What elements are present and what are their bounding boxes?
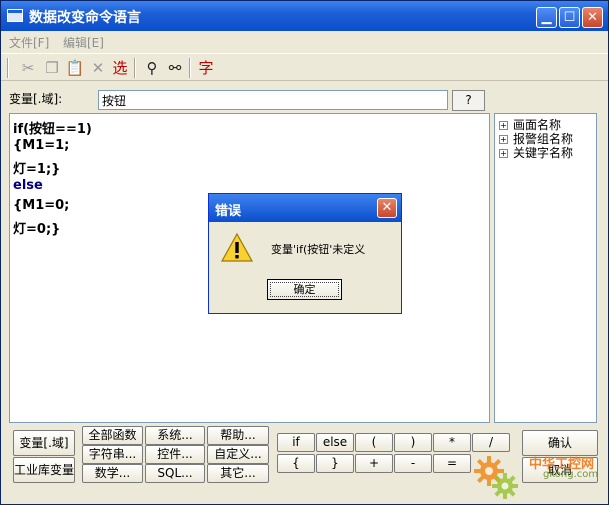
code-line: {M1=1; [13, 138, 70, 153]
select-button[interactable]: 选 [109, 58, 131, 78]
system-button[interactable]: 系统... [145, 426, 205, 445]
op-multiply-button[interactable]: * [433, 433, 471, 452]
op-equals-button[interactable]: = [433, 454, 471, 473]
custom-button[interactable]: 自定义... [207, 445, 269, 464]
copy-icon[interactable]: ❐ [41, 58, 63, 78]
expand-icon[interactable]: + [499, 121, 508, 130]
dialog-message: 变量'if(按钮'未定义 [271, 243, 366, 256]
code-line: 灯=0;} [13, 222, 61, 237]
toolbar-separator [7, 58, 9, 78]
replace-icon[interactable]: ⚯ [164, 58, 186, 78]
close-button[interactable]: ✕ [582, 7, 603, 28]
help-button[interactable]: 帮助... [207, 426, 269, 445]
close-icon: ✕ [381, 200, 393, 215]
main-window: 数据改变命令语言 ▁ ☐ ✕ 文件[F] 编辑[E] ✂ ❐ 📋 ✕ 选 ⚲ ⚯… [0, 0, 609, 505]
code-line: 灯=1;} [13, 162, 61, 177]
sql-button[interactable]: SQL... [145, 464, 205, 483]
app-icon [7, 9, 23, 22]
dialog-title: 错误 [215, 204, 242, 219]
minimize-button[interactable]: ▁ [536, 7, 557, 28]
other-button[interactable]: 其它... [207, 464, 269, 483]
op-plus-button[interactable]: + [355, 454, 393, 473]
dialog-title-bar[interactable]: 错误 ✕ [209, 194, 401, 222]
variable-help-button[interactable]: ? [452, 90, 485, 111]
toolbar-separator [134, 58, 136, 78]
delete-icon[interactable]: ✕ [87, 58, 109, 78]
all-functions-button[interactable]: 全部函数 [82, 426, 143, 445]
font-button[interactable]: 字 [195, 58, 217, 78]
paste-icon[interactable]: 📋 [64, 58, 86, 78]
gkong-watermark-logo: 中华工控网 gkong.com [471, 451, 606, 503]
toolbar-separator [189, 58, 191, 78]
op-rbrace-button[interactable]: } [316, 454, 354, 473]
string-button[interactable]: 字符串... [82, 445, 143, 464]
industrial-db-variable-button[interactable]: 工业库变量 [13, 457, 75, 483]
control-button[interactable]: 控件... [145, 445, 205, 464]
menu-edit[interactable]: 编辑[E] [63, 34, 104, 51]
variable-label: 变量[.域]: [9, 92, 63, 106]
name-tree: + 画面名称 + 报警组名称 + 关键字名称 [494, 113, 597, 423]
minimize-icon: ▁ [541, 10, 552, 25]
find-icon[interactable]: ⚲ [141, 58, 163, 78]
code-line: else [13, 178, 43, 193]
variable-input[interactable] [98, 90, 448, 110]
variable-field-button[interactable]: 变量[.域] [13, 430, 75, 456]
cut-icon[interactable]: ✂ [17, 58, 39, 78]
expand-icon[interactable]: + [499, 149, 508, 158]
op-else-button[interactable]: else [316, 433, 354, 452]
op-lbrace-button[interactable]: { [277, 454, 315, 473]
error-dialog: 错误 ✕ 变量'if(按钮'未定义 确定 [208, 193, 402, 314]
maximize-button[interactable]: ☐ [559, 7, 580, 28]
dialog-close-button[interactable]: ✕ [377, 198, 397, 218]
op-rparen-button[interactable]: ) [394, 433, 432, 452]
op-minus-button[interactable]: - [394, 454, 432, 473]
math-button[interactable]: 数学... [82, 464, 143, 483]
close-icon: ✕ [587, 10, 598, 25]
warning-icon [221, 232, 253, 262]
gear-icon [474, 456, 518, 499]
toolbar: ✂ ❐ 📋 ✕ 选 ⚲ ⚯ 字 [1, 53, 608, 81]
op-lparen-button[interactable]: ( [355, 433, 393, 452]
op-divide-button[interactable]: / [472, 433, 510, 452]
watermark-text-url: gkong.com [543, 469, 599, 480]
expand-icon[interactable]: + [499, 135, 508, 144]
code-line: if(按钮==1) [13, 122, 92, 137]
tree-item-keywords[interactable]: + 关键字名称 [499, 144, 573, 161]
window-title: 数据改变命令语言 [29, 10, 141, 26]
op-if-button[interactable]: if [277, 433, 315, 452]
dialog-ok-button[interactable]: 确定 [267, 279, 342, 300]
menu-bar: 文件[F] 编辑[E] [1, 31, 608, 51]
maximize-icon: ☐ [563, 10, 576, 25]
title-bar[interactable]: 数据改变命令语言 ▁ ☐ ✕ [1, 1, 608, 31]
code-line: {M1=0; [13, 198, 70, 213]
menu-file[interactable]: 文件[F] [9, 34, 49, 51]
